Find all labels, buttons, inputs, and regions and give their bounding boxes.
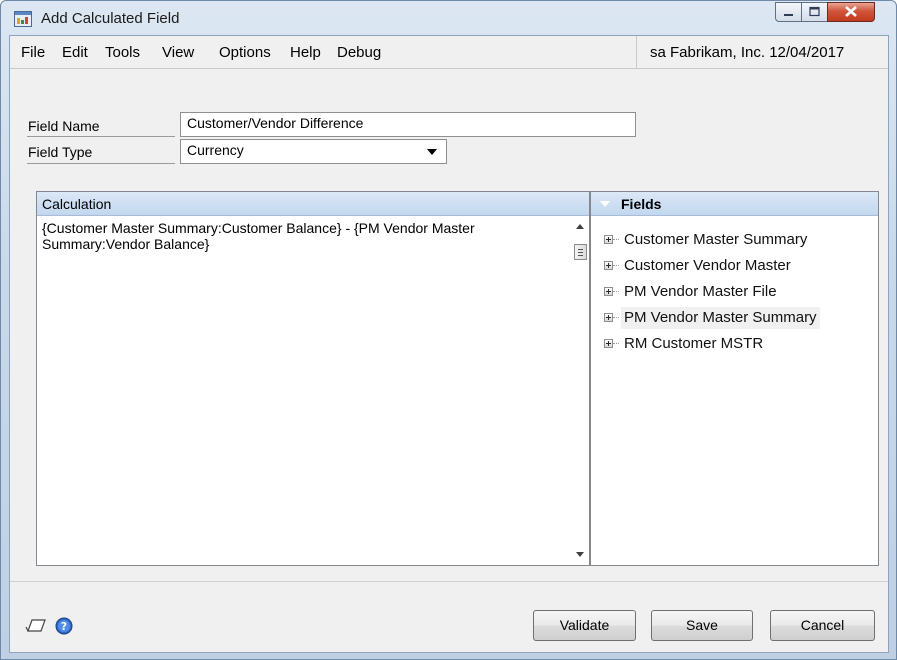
tree-item[interactable]: Customer Vendor Master [591, 255, 878, 277]
field-name-input[interactable]: Customer/Vendor Difference [180, 112, 636, 137]
tree-item[interactable]: Customer Master Summary [591, 229, 878, 251]
tree-item[interactable]: PM Vendor Master File [591, 281, 878, 303]
maximize-icon [809, 6, 820, 17]
help-icon[interactable]: ? [55, 617, 73, 635]
menu-tools[interactable]: Tools [105, 44, 140, 61]
tree-connector [613, 265, 619, 266]
calculation-header: Calculation [37, 192, 589, 216]
menu-options[interactable]: Options [219, 44, 271, 61]
title-bar[interactable]: Add Calculated Field [1, 1, 896, 35]
menu-debug[interactable]: Debug [337, 44, 381, 61]
maximize-button[interactable] [801, 2, 828, 22]
scroll-up-icon[interactable] [576, 224, 584, 229]
dialog-client-area: File Edit Tools View Options Help Debug … [9, 35, 889, 653]
label-underline [27, 136, 175, 137]
fields-header[interactable]: Fields [591, 192, 878, 216]
calculation-panel: Calculation {Customer Master Summary:Cus… [36, 191, 590, 566]
tree-connector [613, 343, 619, 344]
tree-item-label: RM Customer MSTR [624, 335, 764, 352]
chevron-down-icon [600, 201, 610, 207]
cancel-button[interactable]: Cancel [770, 610, 875, 641]
expand-icon[interactable] [604, 287, 613, 296]
menu-bar: File Edit Tools View Options Help Debug … [10, 36, 888, 68]
expand-icon[interactable] [604, 339, 613, 348]
scroll-thumb[interactable] [574, 244, 587, 260]
field-type-label: Field Type [28, 144, 93, 160]
tree-connector [613, 239, 619, 240]
tree-item-label: Customer Master Summary [624, 231, 808, 248]
add-calculated-field-window: Add Calculated Field File Edit Tools Vie… [0, 0, 897, 660]
minimize-button[interactable] [775, 2, 802, 22]
tree-item-label: PM Vendor Master Summary [621, 307, 820, 329]
menu-file[interactable]: File [21, 44, 45, 61]
tree-connector [613, 291, 619, 292]
expand-icon[interactable] [604, 235, 613, 244]
footer-separator [10, 581, 888, 582]
close-button[interactable] [827, 2, 875, 22]
field-name-label: Field Name [28, 118, 100, 134]
grip-line [578, 255, 583, 256]
validate-button[interactable]: Validate [533, 610, 636, 641]
label-underline [27, 163, 175, 164]
window-title: Add Calculated Field [41, 10, 180, 27]
menu-separator [10, 68, 888, 69]
note-icon[interactable] [25, 618, 47, 634]
svg-text:?: ? [61, 620, 67, 633]
menu-edit[interactable]: Edit [62, 44, 88, 61]
expand-icon[interactable] [604, 261, 613, 270]
scroll-down-icon[interactable] [576, 552, 584, 557]
tree-item-selected[interactable]: PM Vendor Master Summary [591, 307, 878, 329]
field-type-value: Currency [187, 142, 244, 158]
chevron-down-icon [427, 149, 437, 155]
tree-connector [613, 317, 619, 318]
tree-item[interactable]: RM Customer MSTR [591, 333, 878, 355]
fields-header-label: Fields [621, 196, 662, 212]
expand-icon[interactable] [604, 313, 613, 322]
tree-item-label: Customer Vendor Master [624, 257, 791, 274]
save-button[interactable]: Save [651, 610, 753, 641]
user-company-date: sa Fabrikam, Inc. 12/04/2017 [636, 36, 888, 68]
calculation-textarea[interactable]: {Customer Master Summary:Customer Balanc… [42, 220, 552, 252]
grip-line [578, 249, 583, 250]
close-icon [845, 6, 857, 17]
menu-help[interactable]: Help [290, 44, 321, 61]
calculation-header-label: Calculation [42, 196, 112, 212]
tree-item-label: PM Vendor Master File [624, 283, 777, 300]
app-icon [14, 11, 32, 27]
field-type-select[interactable]: Currency [180, 139, 447, 164]
calculation-scrollbar[interactable] [572, 216, 589, 565]
fields-panel: Fields Customer Master Summary Customer … [590, 191, 879, 566]
grip-line [578, 252, 583, 253]
minimize-icon [784, 14, 793, 16]
menu-view[interactable]: View [162, 44, 194, 61]
